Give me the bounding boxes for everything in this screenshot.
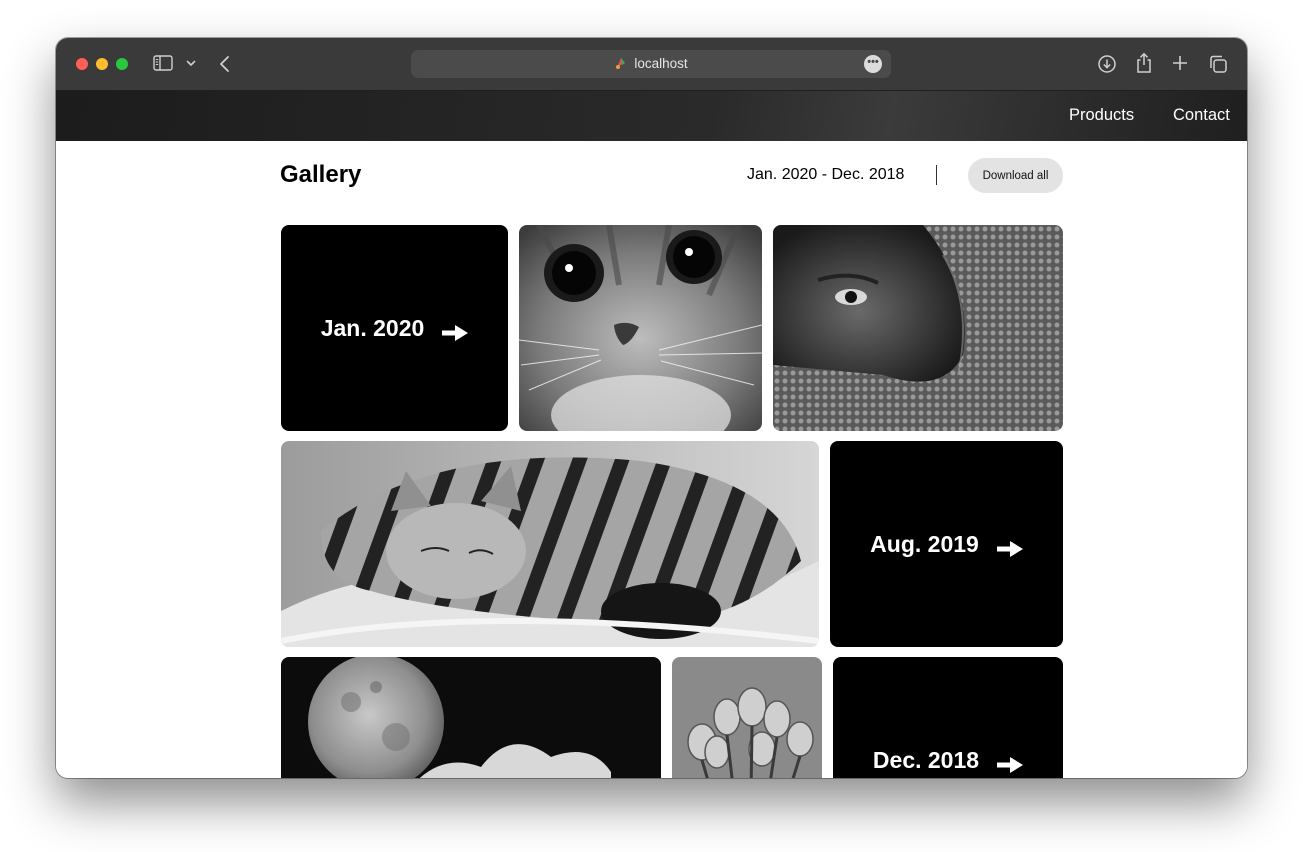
favicon-icon <box>614 56 628 70</box>
tile-label: Dec. 2018 <box>872 746 980 773</box>
share-icon[interactable] <box>1135 52 1153 74</box>
browser-titlebar: localhost ••• <box>56 38 1247 91</box>
gallery-photo-kitten[interactable] <box>519 225 762 431</box>
sidebar-icon[interactable] <box>153 55 173 71</box>
chevron-down-icon[interactable] <box>184 56 198 70</box>
download-all-button[interactable]: Download all <box>968 158 1063 193</box>
nav-link-products[interactable]: Products <box>1069 106 1134 125</box>
browser-window: localhost ••• Products Contact Gallery J… <box>56 38 1247 778</box>
header-divider <box>936 165 937 185</box>
close-window-button[interactable] <box>76 58 88 70</box>
url-label: localhost <box>634 56 688 71</box>
date-range: Jan. 2020 - Dec. 2018 <box>747 166 905 183</box>
plus-icon[interactable] <box>1171 54 1189 72</box>
arrow-right-icon <box>996 536 1023 557</box>
page-content: Gallery Jan. 2020 - Dec. 2018 Download a… <box>56 141 1247 778</box>
arrow-right-icon <box>997 752 1024 773</box>
gallery-photo-sleeping-cat[interactable] <box>281 441 819 647</box>
address-bar-text: localhost <box>411 56 891 71</box>
download-icon[interactable] <box>1097 54 1117 74</box>
tab-overview-icon[interactable] <box>1208 54 1228 74</box>
minimize-window-button[interactable] <box>96 58 108 70</box>
page-title: Gallery <box>280 161 362 188</box>
arrow-right-icon <box>442 320 469 341</box>
gallery-link-tile[interactable]: Dec. 2018 <box>833 657 1063 778</box>
back-arrow-icon[interactable] <box>217 54 233 74</box>
gallery-photo-moon[interactable] <box>281 657 661 778</box>
tile-label: Aug. 2019 <box>870 530 979 557</box>
gallery-link-tile[interactable]: Aug. 2019 <box>830 441 1063 647</box>
address-bar[interactable]: localhost ••• <box>411 50 891 78</box>
tile-label: Jan. 2020 <box>320 314 425 341</box>
gallery-photo-tulips[interactable] <box>672 657 822 778</box>
gallery-link-tile[interactable]: Jan. 2020 <box>281 225 508 431</box>
zoom-window-button[interactable] <box>116 58 128 70</box>
nav-link-contact[interactable]: Contact <box>1173 106 1230 125</box>
gallery-photo-person[interactable] <box>773 225 1063 431</box>
site-navbar: Products Contact <box>56 91 1247 141</box>
ellipsis-icon[interactable]: ••• <box>864 55 882 73</box>
